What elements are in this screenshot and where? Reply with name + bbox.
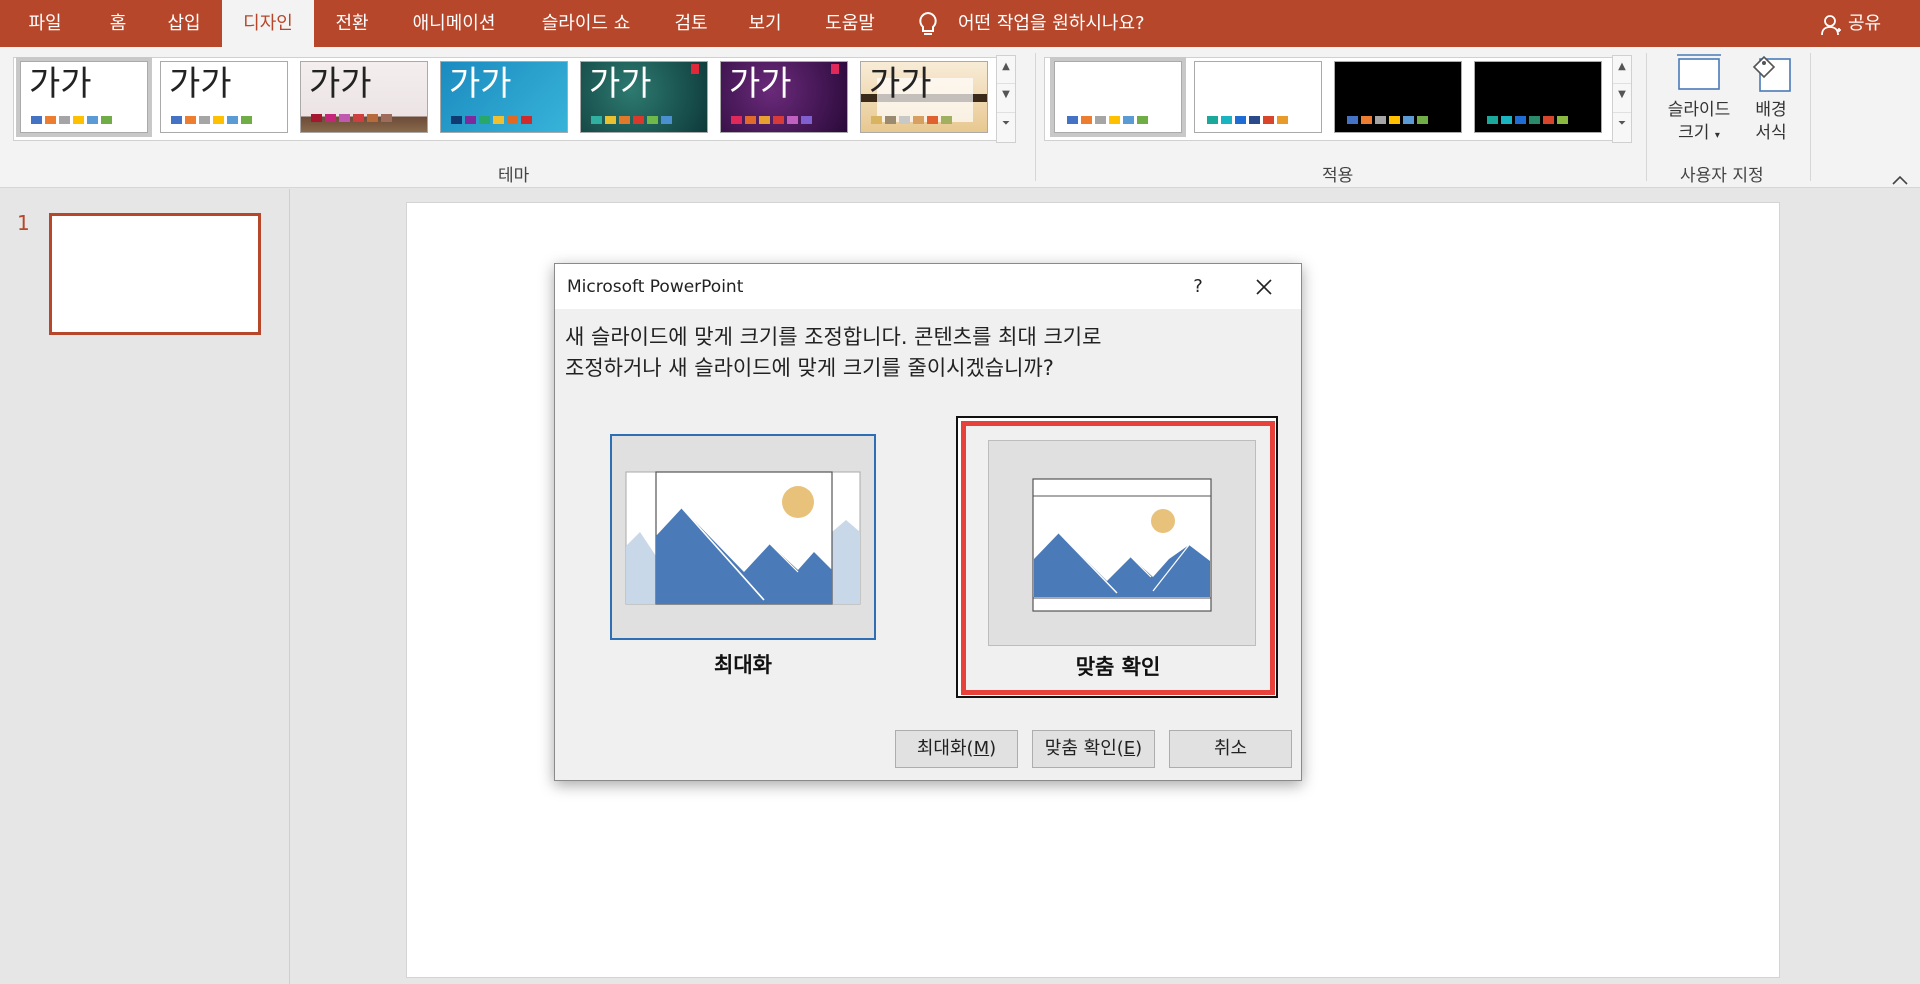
tab-help[interactable]: 도움말 — [808, 0, 892, 47]
help-button[interactable]: ? — [1183, 272, 1213, 302]
close-icon[interactable] — [1249, 272, 1279, 302]
variant-1[interactable] — [1050, 57, 1186, 137]
group-label-customize: 사용자 지정 — [1680, 166, 1764, 186]
fit-option-highlight: 맞춤 확인 — [956, 416, 1278, 698]
maximize-button[interactable]: 최대화(M) — [895, 730, 1018, 768]
theme-sample-text: 가가 — [169, 64, 232, 104]
gallery-more-icon[interactable]: ⏷ — [997, 113, 1015, 141]
slide-size-label-2: 크기 — [1678, 123, 1710, 143]
tab-home[interactable]: 홈 — [94, 0, 142, 47]
dialog-message-line: 조정하거나 새 슬라이드에 맞게 크기를 줄이시겠습니까? — [565, 356, 1054, 380]
fit-option[interactable] — [988, 440, 1256, 646]
group-separator — [1810, 53, 1811, 181]
group-separator — [1035, 53, 1036, 181]
dialog-titlebar: Microsoft PowerPoint ? — [555, 264, 1301, 309]
theme-sample-text: 가가 — [29, 64, 92, 104]
format-background-label-2: 서식 — [1755, 123, 1787, 143]
tab-review[interactable]: 검토 — [660, 0, 722, 47]
theme-ion-board[interactable]: 가가 — [580, 61, 708, 133]
tab-transitions[interactable]: 전환 — [320, 0, 384, 47]
chevron-down-icon: ▾ — [1714, 130, 1720, 141]
theme-sample-text: 가가 — [729, 64, 792, 104]
theme-ion[interactable]: 가가 — [440, 61, 568, 133]
paren: ) — [1135, 738, 1143, 759]
slide-number: 1 — [17, 211, 30, 235]
gallery-more-icon[interactable]: ⏷ — [1613, 113, 1631, 141]
scroll-up-icon[interactable]: ▲ — [1613, 56, 1631, 85]
fit-option-border: 맞춤 확인 — [961, 421, 1275, 695]
group-label-theme: 테마 — [498, 166, 530, 186]
variant-4[interactable] — [1474, 61, 1602, 133]
group-separator — [1646, 53, 1647, 181]
slide-size-button[interactable]: 슬라이드 크기 ▾ — [1656, 53, 1742, 147]
slide-thumbnail[interactable] — [49, 213, 261, 335]
variant-2[interactable] — [1194, 61, 1322, 133]
theme-office-2[interactable]: 가가 — [160, 61, 288, 133]
fit-button-label: 맞춤 확인( — [1044, 738, 1124, 759]
maximize-button-key: M — [973, 738, 990, 759]
tab-view[interactable]: 보기 — [734, 0, 796, 47]
theme-gallery-scroll[interactable]: ▲ ▼ ⏷ — [996, 55, 1016, 143]
theme-sample-text: 가가 — [589, 64, 652, 104]
menu-bar: 파일 홈 삽입 디자인 전환 애니메이션 슬라이드 쇼 검토 보기 도움말 어떤… — [0, 0, 1920, 47]
person-icon — [1821, 15, 1841, 36]
theme-sample-text: 가가 — [449, 64, 512, 104]
share-button[interactable]: 공유 — [1848, 0, 1881, 47]
variant-3[interactable] — [1334, 61, 1462, 133]
ribbon: 가가 가가 가가 가가 가가 가가 가가 ▲ ▼ ⏷ 테마 ▲ ▼ ⏷ 적용 슬… — [0, 47, 1920, 188]
paren: ) — [989, 738, 997, 759]
format-background-icon — [1752, 55, 1791, 92]
theme-sample-text: 가가 — [869, 64, 932, 104]
variant-gallery-scroll[interactable]: ▲ ▼ ⏷ — [1612, 55, 1632, 143]
scale-dialog: Microsoft PowerPoint ? 새 슬라이드에 맞게 크기를 조정… — [554, 263, 1302, 781]
tell-me-search[interactable]: 어떤 작업을 원하시나요? — [958, 0, 1145, 47]
dialog-message-line: 새 슬라이드에 맞게 크기를 조정합니다. 콘텐츠를 최대 크기로 — [565, 325, 1102, 349]
tab-animations[interactable]: 애니메이션 — [398, 0, 510, 47]
tab-design[interactable]: 디자인 — [222, 0, 314, 47]
theme-wood[interactable]: 가가 — [300, 61, 428, 133]
fit-illustration — [1032, 478, 1212, 612]
theme-organic[interactable]: 가가 — [720, 61, 848, 133]
dialog-title: Microsoft PowerPoint — [567, 277, 744, 297]
format-background-label-1: 배경 — [1755, 100, 1787, 120]
maximize-option-label: 최대화 — [714, 653, 772, 677]
maximize-illustration — [625, 471, 861, 605]
cancel-button[interactable]: 취소 — [1169, 730, 1292, 768]
maximize-option[interactable] — [610, 434, 876, 640]
group-label-variants: 적용 — [1322, 166, 1354, 186]
slide-size-icon — [1677, 54, 1721, 90]
tab-file[interactable]: 파일 — [4, 0, 86, 47]
format-background-button[interactable]: 배경 서식 — [1744, 53, 1798, 145]
fit-option-label: 맞춤 확인 — [1075, 655, 1161, 679]
maximize-button-label: 최대화( — [916, 738, 974, 759]
tab-slideshow[interactable]: 슬라이드 쇼 — [524, 0, 648, 47]
theme-retrospect[interactable]: 가가 — [860, 61, 988, 133]
theme-office[interactable]: 가가 — [16, 57, 152, 137]
scroll-up-icon[interactable]: ▲ — [997, 56, 1015, 85]
slide-size-label-1: 슬라이드 — [1667, 100, 1731, 120]
tab-insert[interactable]: 삽입 — [152, 0, 216, 47]
lightbulb-icon — [919, 11, 937, 35]
slide-thumbnail-pane: 1 — [0, 189, 290, 984]
scroll-down-icon[interactable]: ▼ — [1613, 84, 1631, 113]
theme-sample-text: 가가 — [309, 64, 372, 104]
fit-button-key: E — [1123, 738, 1136, 759]
collapse-ribbon-icon[interactable] — [1890, 173, 1910, 187]
dialog-message: 새 슬라이드에 맞게 크기를 조정합니다. 콘텐츠를 최대 크기로 조정하거나 … — [565, 322, 1265, 384]
scroll-down-icon[interactable]: ▼ — [997, 84, 1015, 113]
fit-button[interactable]: 맞춤 확인(E) — [1032, 730, 1155, 768]
